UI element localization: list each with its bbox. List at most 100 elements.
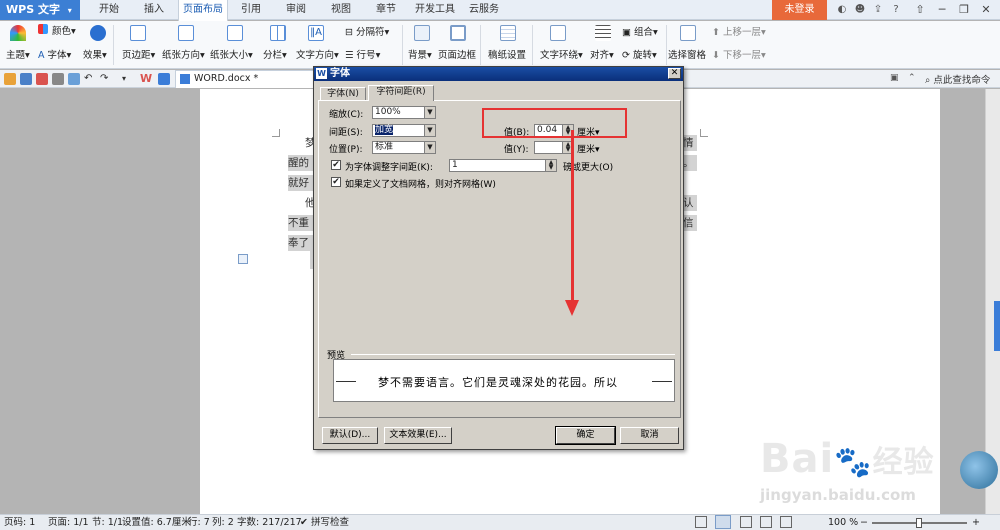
side-panel-toggle[interactable] [994, 301, 1000, 351]
zoom-slider-thumb[interactable] [916, 518, 922, 528]
value-y-unit[interactable]: 厘米▾ [577, 142, 600, 155]
send-backward-button[interactable]: ⬇ 下移一层▾ [712, 47, 766, 61]
annotation-arrow [571, 130, 574, 305]
tab-font[interactable]: 字体(N) [320, 87, 366, 101]
line-number-button[interactable]: ☰ 行号▾ [345, 47, 380, 61]
restore-ribbon-icon[interactable]: ⇧ [910, 1, 930, 19]
ok-button[interactable]: 确定 [555, 426, 616, 445]
undo-icon[interactable]: ↶ [84, 73, 96, 85]
document-tab[interactable]: WORD.docx * [175, 70, 315, 88]
text-line: 情 [683, 135, 697, 151]
grid-checkbox[interactable]: ✔ [331, 177, 341, 187]
manuscript-icon [500, 25, 516, 41]
paper-size-icon [227, 25, 243, 41]
web-view-icon[interactable] [780, 516, 792, 528]
chevron-down-icon[interactable]: ▾ [122, 73, 134, 85]
theme-button[interactable]: 主题▾ [6, 47, 30, 61]
export-pdf-icon[interactable] [36, 73, 48, 85]
position-combo[interactable]: 标准 ▼ [372, 141, 436, 154]
rotate-button[interactable]: ⟳ 旋转▾ [622, 47, 657, 61]
color-button[interactable]: 颜色▾ [52, 23, 76, 37]
tab-home[interactable]: 开始 [90, 0, 128, 20]
close-icon[interactable]: ✕ [668, 68, 681, 79]
zoom-in-button[interactable]: + [972, 515, 980, 530]
divider [666, 25, 667, 65]
spell-check-button[interactable]: ✔ 拼写检查 [300, 515, 349, 530]
background-button[interactable]: 背景▾ [408, 47, 432, 61]
vertical-scrollbar[interactable] [960, 89, 1000, 514]
tab-page-layout[interactable]: 页面布局 [178, 0, 228, 21]
effect-button[interactable]: 效果▾ [83, 47, 107, 61]
divider [351, 354, 675, 355]
zoom-out-button[interactable]: − [860, 515, 868, 530]
save-icon[interactable] [20, 73, 32, 85]
tab-references[interactable]: 引用 [233, 0, 269, 20]
text-direction-button[interactable]: 文字方向▾ [296, 47, 339, 61]
feedback-icon[interactable]: ▣ [890, 73, 899, 83]
selection-pane-button[interactable]: 选择窗格 [668, 47, 706, 61]
arrow-down-icon [565, 300, 579, 316]
dialog-title-bar[interactable]: W 字体 ✕ [314, 67, 683, 81]
cancel-button[interactable]: 取消 [620, 427, 679, 444]
kerning-input[interactable]: 1 ▲ ▼ [449, 159, 557, 172]
document-tab-label: WORD.docx * [194, 73, 259, 84]
dialog-title: 字体 [330, 68, 350, 79]
tab-char-spacing[interactable]: 字符间距(R) [368, 85, 434, 101]
share-icon[interactable]: ⇪ [871, 3, 885, 17]
spacing-combo[interactable]: 加宽 ▼ [372, 124, 436, 137]
tab-view[interactable]: 视图 [323, 0, 359, 20]
group-button[interactable]: ▣ 组合▾ [622, 24, 658, 38]
columns-button[interactable]: 分栏▾ [263, 47, 287, 61]
text-wrap-button[interactable]: 文字环绕▾ [540, 47, 583, 61]
kerning-label: 为字体调整字间距(K): [345, 163, 433, 173]
separator-button[interactable]: ⊟ 分隔符▾ [345, 24, 389, 38]
paste-options-icon[interactable] [238, 254, 248, 264]
align-button[interactable]: 对齐▾ [590, 47, 614, 61]
reading-view-icon[interactable] [760, 516, 772, 528]
scale-combo[interactable]: 100% ▼ [372, 106, 436, 119]
help-icon[interactable]: ? [889, 3, 903, 17]
status-page: 页面: 1/1 [48, 517, 89, 528]
ribbon: 主题▾ 颜色▾ A 字体▾ 效果▾ 页边距▾ 纸张方向▾ 纸张大小▾ 分栏▾ ‖… [0, 21, 1000, 69]
app-menu-button[interactable]: WPS 文字 ▾ [0, 0, 80, 20]
tab-developer[interactable]: 开发工具 [410, 0, 460, 20]
close-window-button[interactable]: ✕ [976, 1, 996, 19]
skin-icon[interactable]: ☻ [853, 3, 867, 17]
status-setting: 设置值: 6.7厘米 [122, 517, 191, 528]
cube-icon[interactable] [158, 73, 170, 85]
tab-insert[interactable]: 插入 [135, 0, 173, 20]
redo-icon[interactable]: ↷ [100, 73, 112, 85]
collapse-icon[interactable]: ⌃ [908, 73, 916, 83]
font-button[interactable]: A 字体▾ [38, 47, 71, 61]
status-row: 行: 7 [188, 517, 210, 528]
default-button[interactable]: 默认(D)... [322, 427, 378, 444]
tab-chapter[interactable]: 章节 [368, 0, 404, 20]
print-icon[interactable] [52, 73, 64, 85]
preview-icon[interactable] [68, 73, 80, 85]
shield-icon[interactable]: ◐ [835, 3, 849, 17]
value-y-input[interactable]: ▲ ▼ [534, 141, 574, 154]
login-button[interactable]: 未登录 [772, 0, 827, 20]
search-command[interactable]: ⌕ 点此查找命令 [925, 72, 990, 86]
orientation-button[interactable]: 纸张方向▾ [162, 47, 205, 61]
open-icon[interactable] [4, 73, 16, 85]
margin-button[interactable]: 页边距▾ [122, 47, 155, 61]
app-title: WPS 文字 [6, 3, 60, 16]
wps-icon: W [316, 68, 327, 79]
tab-cloud[interactable]: 云服务 [462, 0, 506, 20]
minimize-button[interactable]: ─ [932, 1, 952, 19]
bring-forward-button[interactable]: ⬆ 上移一层▾ [712, 24, 766, 38]
effect-icon [90, 25, 106, 41]
text-effect-button[interactable]: 文本效果(E)... [384, 427, 452, 444]
fullscreen-icon[interactable] [695, 516, 707, 528]
manuscript-button[interactable]: 稿纸设置 [488, 47, 526, 61]
page-border-button[interactable]: 页面边框 [438, 47, 476, 61]
outline-view-icon[interactable] [740, 516, 752, 528]
title-tab-bar: WPS 文字 ▾ 开始 插入 页面布局 引用 审阅 视图 章节 开发工具 云服务… [0, 0, 1000, 21]
grid-label: 如果定义了文档网格，则对齐网格(W) [345, 180, 496, 190]
page-view-icon[interactable] [715, 515, 731, 529]
kerning-checkbox[interactable]: ✔ [331, 160, 341, 170]
maximize-button[interactable]: ❐ [954, 1, 974, 19]
paper-size-button[interactable]: 纸张大小▾ [210, 47, 253, 61]
tab-review[interactable]: 审阅 [278, 0, 314, 20]
